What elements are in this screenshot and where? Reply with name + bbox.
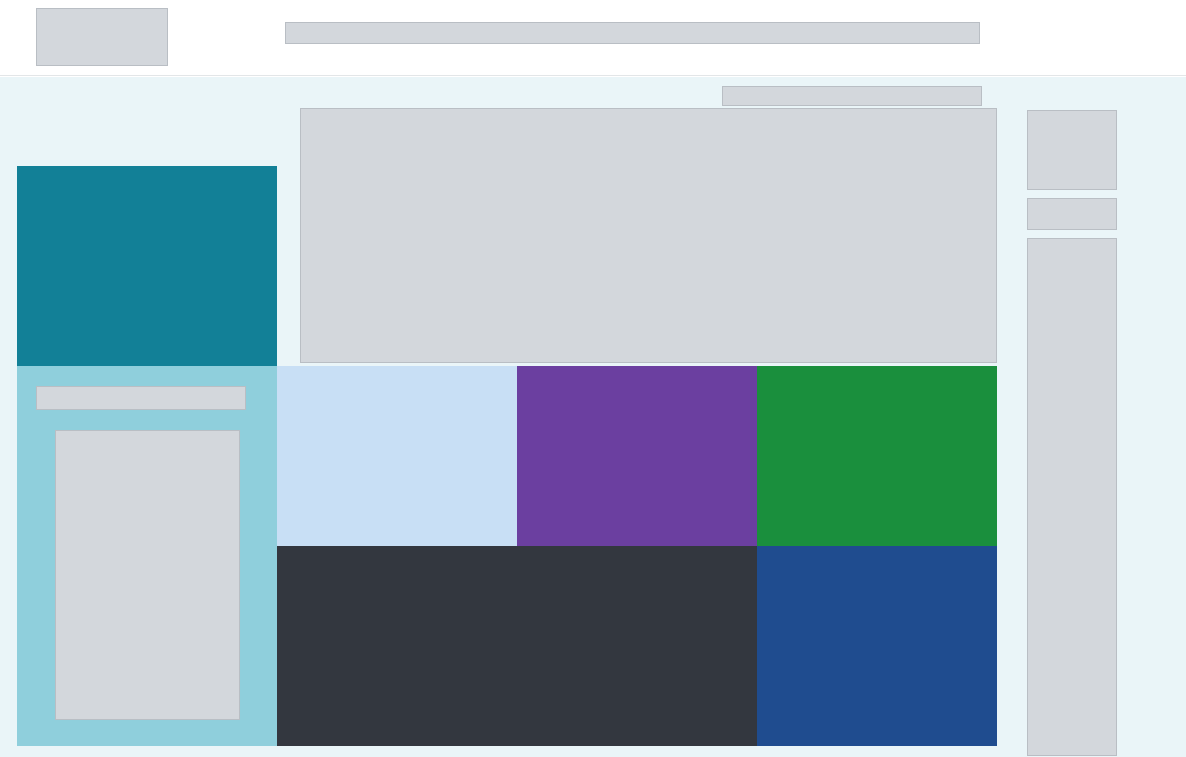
hospital-pharmacy-tile[interactable]	[277, 366, 517, 546]
tagline	[722, 86, 982, 106]
promo-links-panel	[757, 546, 997, 746]
hero-banner	[300, 108, 997, 363]
region-search-input[interactable]	[36, 386, 246, 410]
private-ambulance-tile[interactable]	[517, 366, 757, 546]
aed-tile[interactable]	[757, 366, 997, 546]
quick-menu[interactable]	[1027, 110, 1117, 190]
site-logo[interactable]	[36, 8, 168, 66]
notice-board	[277, 546, 757, 746]
main-nav[interactable]	[285, 22, 980, 44]
top-button[interactable]	[1027, 198, 1117, 230]
korea-map[interactable]	[55, 430, 240, 720]
partner-links[interactable]	[1027, 238, 1117, 756]
site-header	[0, 0, 1186, 76]
er-finder-panel[interactable]	[17, 166, 277, 366]
